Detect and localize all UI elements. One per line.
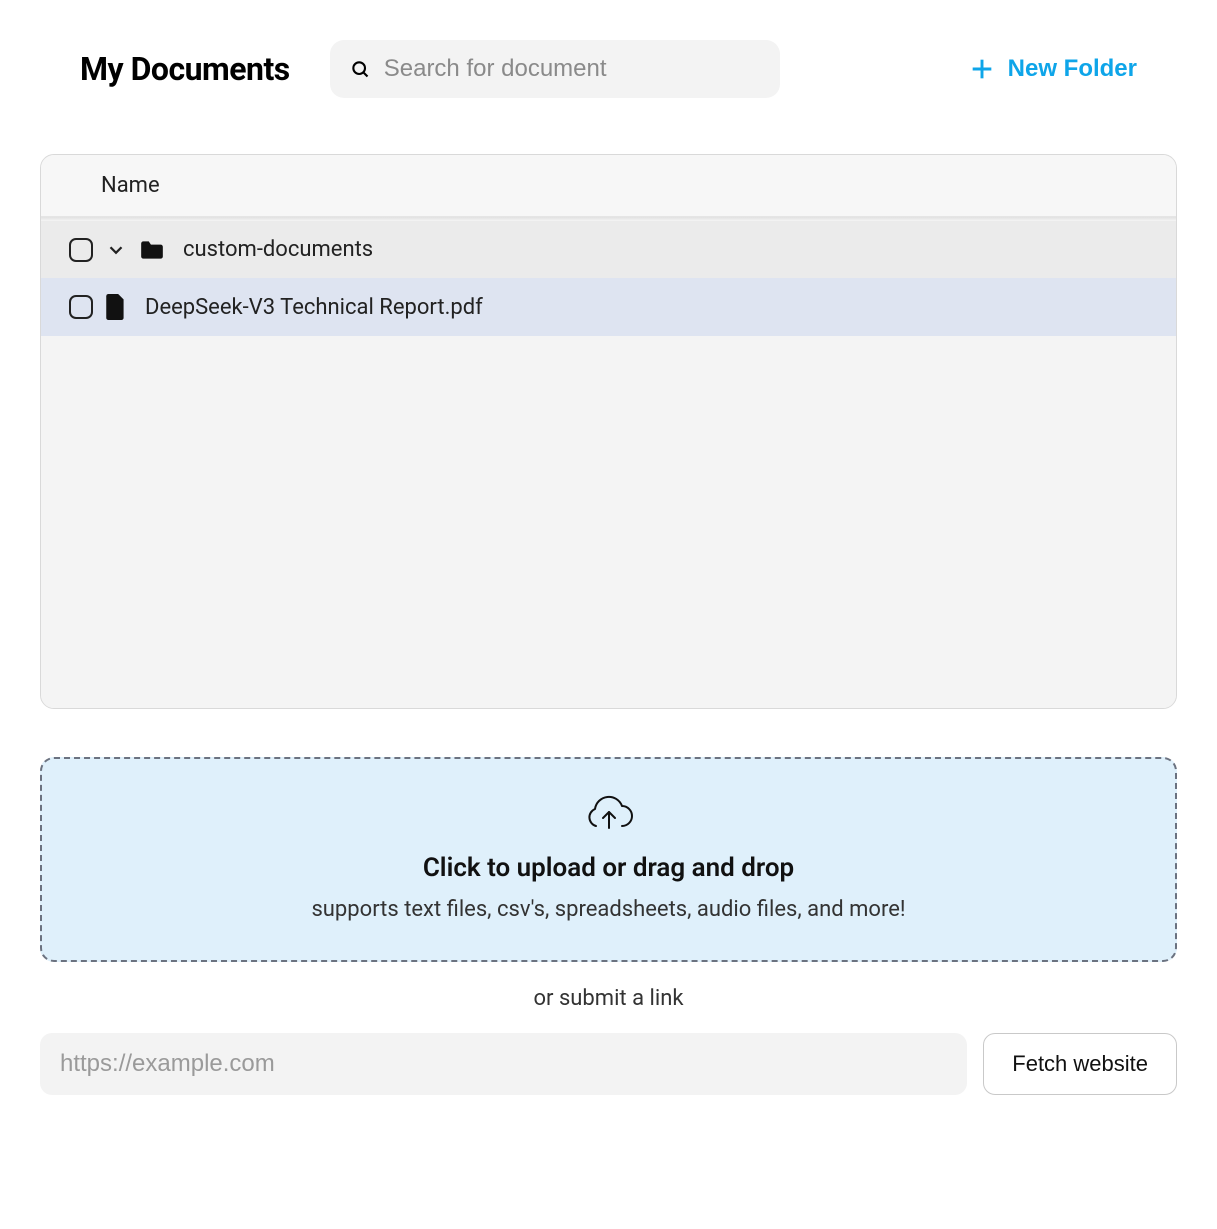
table-row[interactable]: DeepSeek-V3 Technical Report.pdf xyxy=(41,278,1176,336)
row-label: custom-documents xyxy=(183,237,373,262)
column-header-name: Name xyxy=(101,173,160,198)
new-folder-button[interactable]: New Folder xyxy=(968,55,1137,83)
row-checkbox[interactable] xyxy=(69,238,93,262)
folder-icon xyxy=(139,239,165,261)
search-wrap xyxy=(330,40,780,98)
file-panel: Name custom-documents DeepSeek-V3 Techni… xyxy=(40,154,1177,709)
row-checkbox[interactable] xyxy=(69,295,93,319)
upload-dropzone[interactable]: Click to upload or drag and drop support… xyxy=(40,757,1177,962)
upload-subtitle: supports text files, csv's, spreadsheets… xyxy=(62,897,1155,922)
page-header: My Documents New Folder xyxy=(40,40,1177,98)
link-submit-row: Fetch website xyxy=(40,1033,1177,1095)
upload-title: Click to upload or drag and drop xyxy=(62,853,1155,883)
table-row[interactable]: custom-documents xyxy=(41,221,1176,278)
page-title: My Documents xyxy=(80,50,290,88)
new-folder-label: New Folder xyxy=(1008,55,1137,83)
file-icon xyxy=(105,294,127,320)
or-submit-link-text: or submit a link xyxy=(40,986,1177,1011)
chevron-down-icon[interactable] xyxy=(105,239,127,261)
plus-icon xyxy=(968,55,996,83)
row-label: DeepSeek-V3 Technical Report.pdf xyxy=(145,295,483,320)
table-header: Name xyxy=(41,155,1176,217)
fetch-website-button[interactable]: Fetch website xyxy=(983,1033,1177,1095)
file-panel-empty-area xyxy=(41,336,1176,708)
url-input[interactable] xyxy=(40,1033,967,1095)
search-input[interactable] xyxy=(330,40,780,98)
cloud-upload-icon xyxy=(582,793,636,835)
search-icon xyxy=(350,59,370,79)
